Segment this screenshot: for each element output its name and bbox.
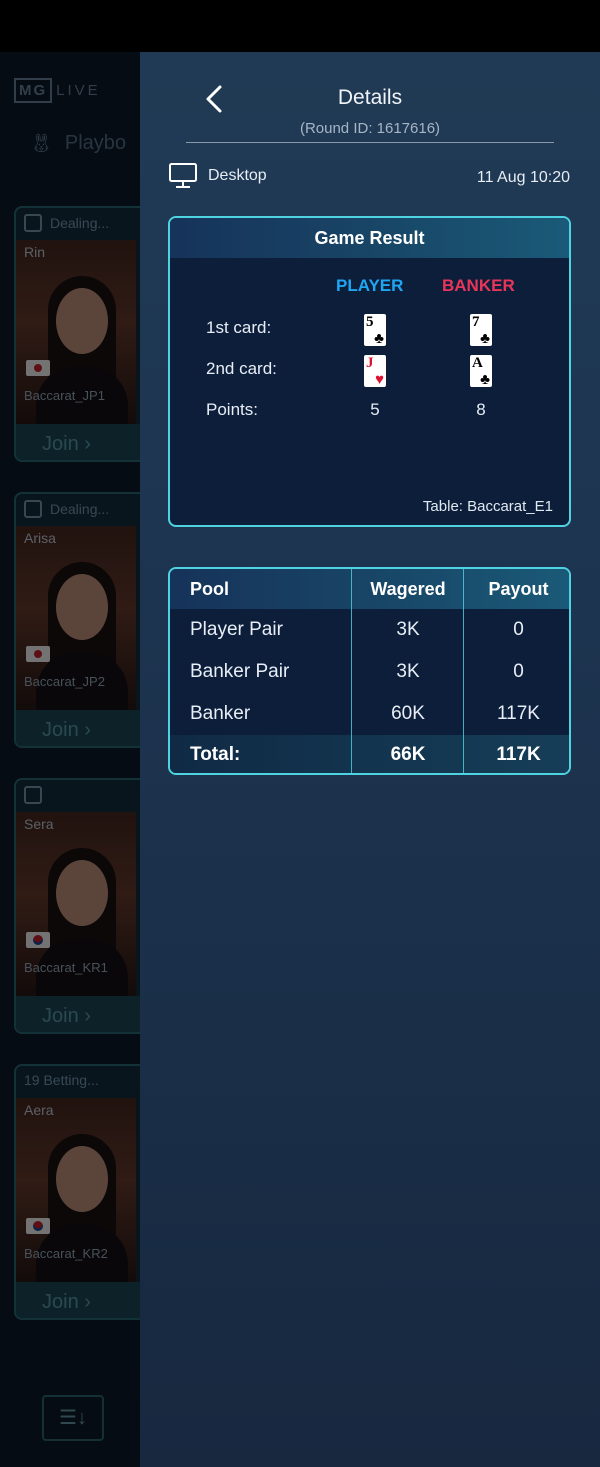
banker-column-label: BANKER (442, 276, 515, 295)
card-icon (24, 214, 42, 232)
total-row: Total: 66K 117K (170, 735, 569, 773)
table-row: Banker Pair 3K 0 (190, 661, 524, 682)
player-column-label: PLAYER (336, 276, 404, 295)
payout-header: Payout (488, 578, 549, 599)
table-name: Table: Baccarat_E1 (422, 498, 553, 515)
table-card[interactable]: Dealing... Rin Baccarat_JP1 Join › (14, 206, 140, 462)
divider (186, 142, 554, 143)
dealer-name: Rin (24, 244, 46, 260)
table-row: Banker 60K 117K (190, 703, 540, 724)
player-points: 5 (370, 400, 380, 419)
table-name: Baccarat_JP2 (24, 674, 105, 689)
card-icon (24, 786, 42, 804)
bunny-icon: 🐰︎ (30, 133, 53, 153)
category-tab-playboy[interactable]: 🐰︎ Playbo (30, 132, 126, 155)
column-divider (463, 569, 464, 773)
pool-table: Pool Wagered Payout Player Pair 3K 0 Ban… (168, 567, 571, 775)
desktop-monitor-icon (169, 163, 197, 188)
table-row: Player Pair 3K 0 (190, 619, 524, 640)
device-label: Desktop (208, 167, 267, 184)
join-button[interactable]: Join › (16, 996, 140, 1032)
device-info: Desktop (168, 162, 267, 190)
round-id: (Round ID: 1617616) (299, 120, 441, 137)
table-name: Baccarat_KR1 (24, 960, 108, 975)
join-button[interactable]: Join › (16, 424, 140, 460)
first-card-label: 1st card: (206, 318, 272, 337)
pool-header: Pool (190, 578, 229, 599)
second-card-label: 2nd card: (206, 359, 277, 378)
sort-icon[interactable]: ☰↓ (42, 1395, 104, 1441)
player-card-2: J ♥ (364, 355, 386, 388)
join-button[interactable]: Join › (16, 710, 140, 746)
details-header: Details (Round ID: 1617616) (140, 52, 600, 152)
details-panel: Details (Round ID: 1617616) Desktop 11 A… (140, 52, 600, 1467)
table-name: Baccarat_JP1 (24, 388, 105, 403)
round-datetime: 11 Aug 10:20 (476, 169, 570, 186)
mg-live-logo: MG LIVE (14, 78, 101, 103)
player-card-1: 5 ♣ (364, 314, 386, 347)
dealer-name: Aera (24, 1102, 54, 1118)
korea-flag-icon (26, 1218, 50, 1234)
join-button[interactable]: Join › (16, 1282, 140, 1318)
banker-card-2: A ♣ (470, 355, 492, 388)
japan-flag-icon (26, 646, 50, 662)
banker-points: 8 (476, 400, 486, 419)
status-bar (0, 0, 600, 52)
points-label: Points: (206, 400, 258, 419)
table-card[interactable]: Sera Baccarat_KR1 Join › (14, 778, 140, 1034)
dealer-name: Sera (24, 816, 54, 832)
table-card[interactable]: 19 Betting... Aera Baccarat_KR2 Join › (14, 1064, 140, 1320)
dealer-name: Arisa (24, 530, 56, 546)
wagered-header: Wagered (370, 578, 446, 599)
game-result-card: Game Result PLAYER BANKER 1st card: 2nd … (168, 216, 571, 527)
lobby-background: MG LIVE 🐰︎ Playbo Dealing... Rin Baccara… (0, 52, 140, 1467)
table-name: Baccarat_KR2 (24, 1246, 108, 1261)
column-divider (351, 569, 352, 773)
table-card[interactable]: Dealing... Arisa Baccarat_JP2 Join › (14, 492, 140, 748)
pool-header-row: Pool Wagered Payout (170, 569, 569, 609)
card-icon (24, 500, 42, 518)
game-result-heading: Game Result (170, 218, 569, 258)
japan-flag-icon (26, 360, 50, 376)
korea-flag-icon (26, 932, 50, 948)
page-title: Details (337, 86, 403, 109)
banker-card-1: 7 ♣ (470, 314, 492, 347)
